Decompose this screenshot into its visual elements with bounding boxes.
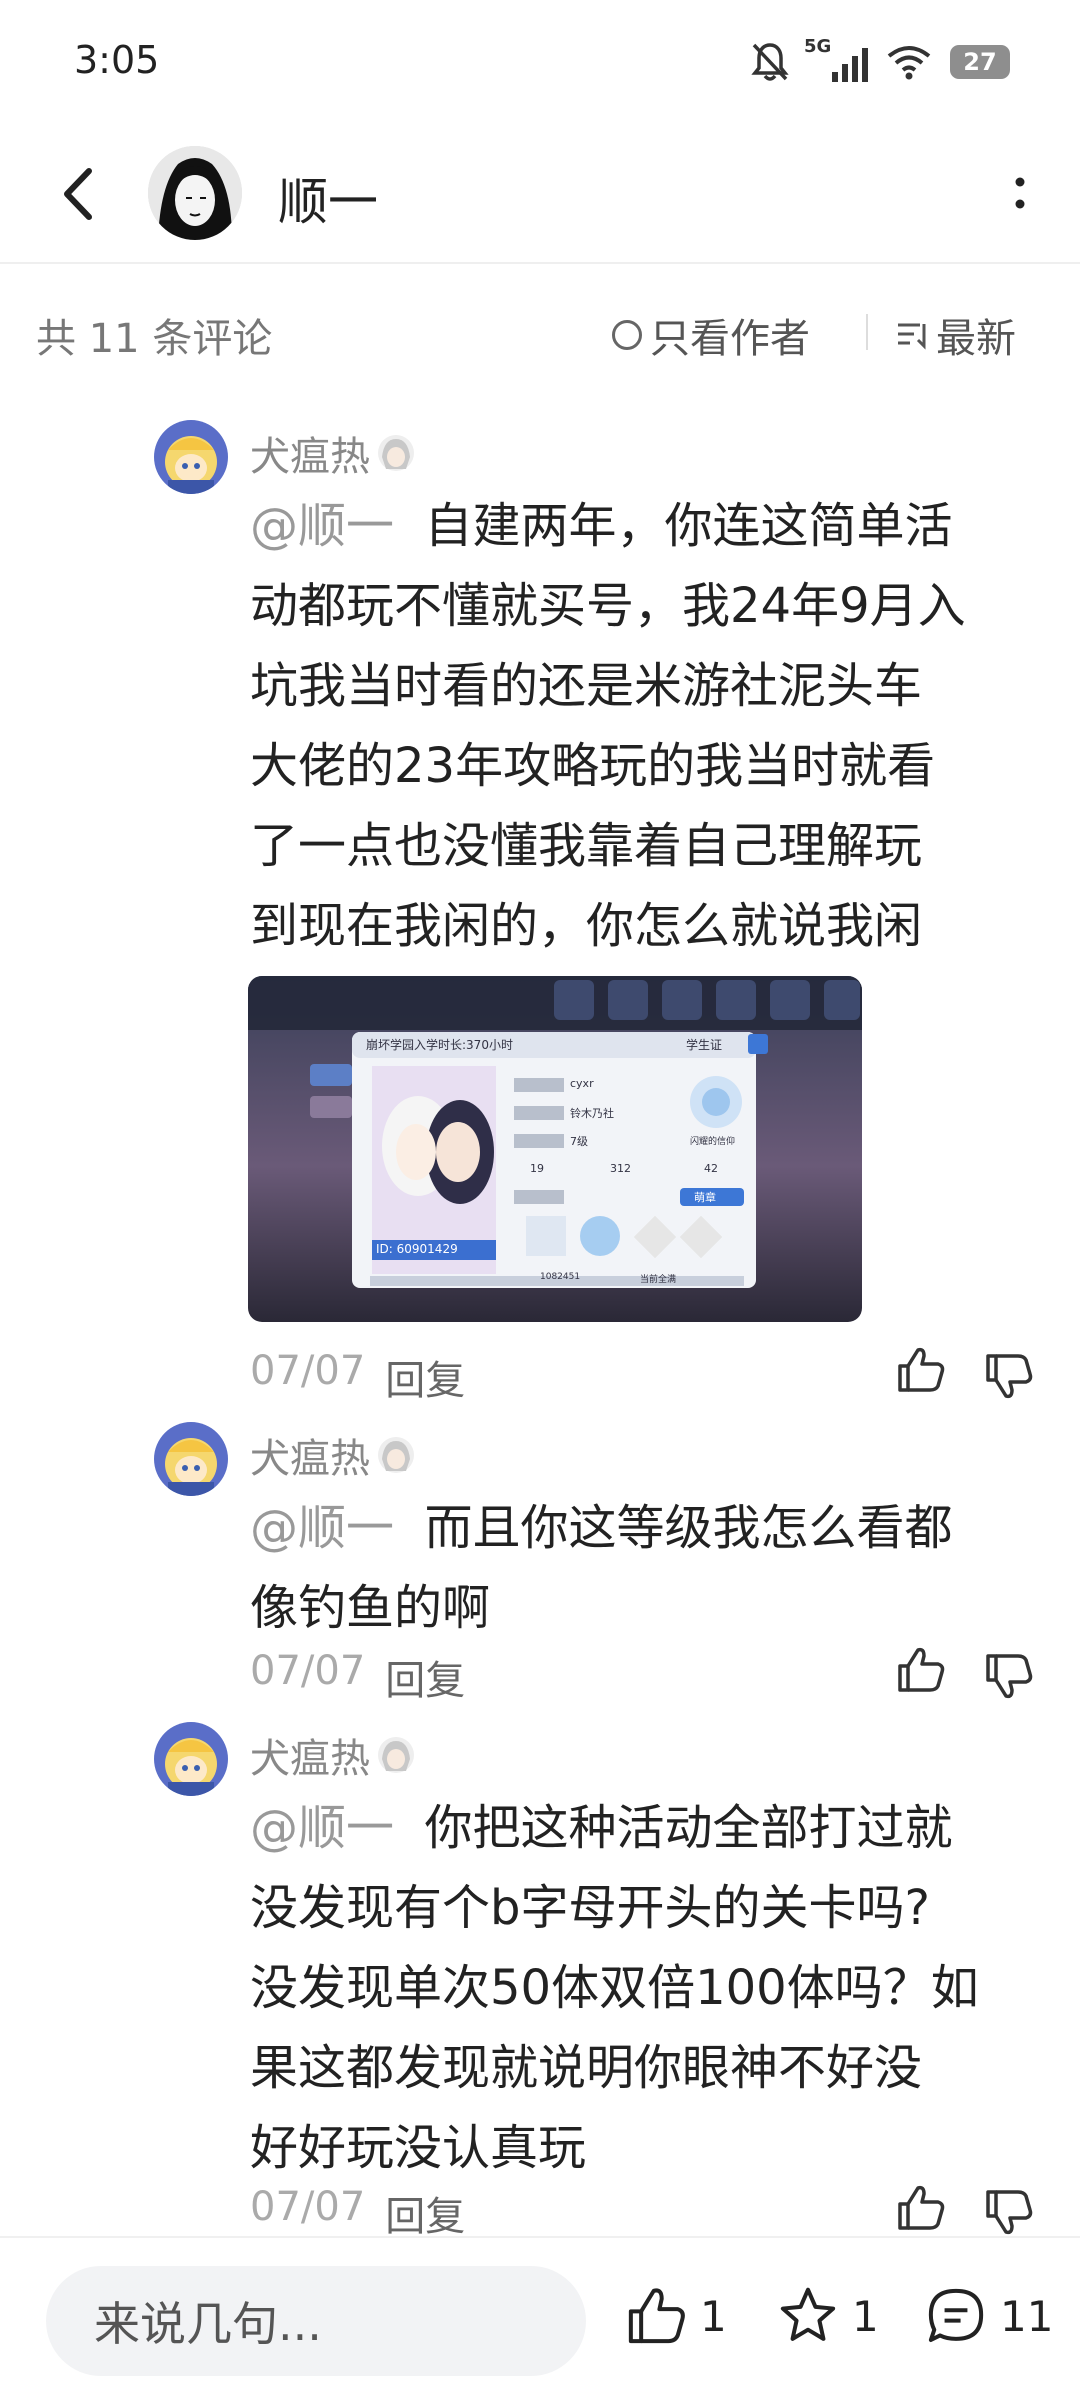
thumbs-down-icon[interactable]: [980, 1348, 1036, 1404]
author-avatar[interactable]: [148, 146, 242, 240]
comment-date: 07/07: [250, 1648, 366, 1694]
wifi-icon: [887, 46, 931, 80]
signal-icon: 5G: [804, 36, 868, 82]
comment-image[interactable]: 崩坏学园入学时长:370小时 学生证 cyxr 铃木乃社 7级 闪耀的信仰 19…: [248, 976, 862, 1322]
comment-meta: 07/07 回复: [250, 2184, 465, 2242]
comment-total: 11: [1000, 2291, 1054, 2341]
image-caption: 崩坏学园入学时长:370小时 学生证 cyxr 铃木乃社 7级 闪耀的信仰 19…: [366, 1038, 736, 1285]
like-count: 1: [700, 2291, 727, 2341]
comment-username[interactable]: 犬瘟热: [250, 1426, 416, 1484]
sort-button[interactable]: 最新: [896, 306, 1016, 364]
page-title: 顺一: [278, 173, 378, 231]
comment-username[interactable]: 犬瘟热: [250, 424, 416, 482]
user-badge-icon: [378, 1437, 414, 1473]
user-badge-icon: [378, 435, 414, 471]
sort-icon: [898, 323, 926, 350]
more-vertical-icon: [1015, 177, 1025, 209]
author-only-label: 只看作者: [650, 316, 810, 362]
comment-username[interactable]: 犬瘟热: [250, 1726, 416, 1784]
comment-item: 犬瘟热 @顺一 自建两年，你连这简单活 动都玩不懂就买号，我24年9月入 坑我当…: [0, 420, 1080, 1410]
comment-count: 共 11 条评论: [36, 316, 273, 362]
user-avatar[interactable]: [154, 1722, 228, 1796]
battery-icon: 27: [950, 45, 1010, 79]
back-button[interactable]: [48, 154, 108, 234]
more-options-button[interactable]: [1000, 164, 1040, 224]
comment-filter-bar: 共 11 条评论 只看作者 最新: [0, 262, 1080, 398]
comment-meta: 07/07 回复: [250, 1648, 465, 1706]
thumbs-down-icon[interactable]: [980, 2184, 1036, 2240]
mention[interactable]: @顺一: [250, 498, 394, 554]
sort-label: 最新: [936, 316, 1016, 362]
network-type-label: 5G: [804, 36, 832, 57]
comments-button[interactable]: 11: [924, 2284, 1053, 2348]
chevron-left-icon: [64, 168, 92, 220]
comment-input-placeholder: 来说几句...: [94, 2297, 322, 2351]
bottom-action-bar: 来说几句... 1 1 11: [0, 2236, 1080, 2403]
comment-text: @顺一 自建两年，你连这简单活 动都玩不懂就买号，我24年9月入 坑我当时看的还…: [250, 498, 966, 954]
comment-date: 07/07: [250, 1348, 366, 1394]
divider: [866, 314, 868, 350]
comment-text: @顺一 你把这种活动全部打过就 没发现有个b字母开头的关卡吗? 没发现单次50体…: [250, 1800, 979, 2176]
thumbs-down-icon[interactable]: [980, 1648, 1036, 1704]
comment-item: 犬瘟热 @顺一 而且你这等级我怎么看都 像钓鱼的啊 07/07 回复: [0, 1422, 1080, 1704]
star-icon: [780, 2287, 836, 2341]
thumbs-up-icon[interactable]: [892, 1642, 948, 1698]
reply-button[interactable]: 回复: [385, 1648, 465, 1706]
status-icons: 5G 27: [750, 36, 1010, 88]
favorite-button[interactable]: 1: [776, 2284, 879, 2348]
comment-date: 07/07: [250, 2184, 366, 2230]
comment-bubble-icon: [928, 2288, 984, 2342]
favorite-count: 1: [852, 2291, 879, 2341]
user-badge-icon: [378, 1737, 414, 1773]
comment-input[interactable]: 来说几句...: [46, 2266, 586, 2376]
mention[interactable]: @顺一: [250, 1500, 394, 1556]
radio-icon: [612, 320, 642, 350]
author-only-toggle[interactable]: 只看作者: [612, 306, 810, 364]
comment-text: @顺一 而且你这等级我怎么看都 像钓鱼的啊: [250, 1500, 953, 1636]
thumbs-up-icon[interactable]: [892, 1342, 948, 1398]
status-time: 3:05: [74, 38, 160, 82]
mention[interactable]: @顺一: [250, 1800, 394, 1856]
user-avatar[interactable]: [154, 420, 228, 494]
thumbs-up-icon[interactable]: [892, 2180, 948, 2236]
status-bar: 3:05 5G 27: [0, 0, 1080, 124]
top-nav-bar: 顺一: [0, 124, 1080, 264]
reply-button[interactable]: 回复: [385, 1348, 465, 1406]
reply-button[interactable]: 回复: [385, 2184, 465, 2242]
comment-item: 犬瘟热 @顺一 你把这种活动全部打过就 没发现有个b字母开头的关卡吗? 没发现单…: [0, 1722, 1080, 2240]
comment-meta: 07/07 回复: [250, 1348, 465, 1406]
thumbs-up-icon: [628, 2288, 685, 2344]
like-button[interactable]: 1: [624, 2284, 727, 2348]
mute-bell-icon: [751, 43, 789, 81]
user-avatar[interactable]: [154, 1422, 228, 1496]
